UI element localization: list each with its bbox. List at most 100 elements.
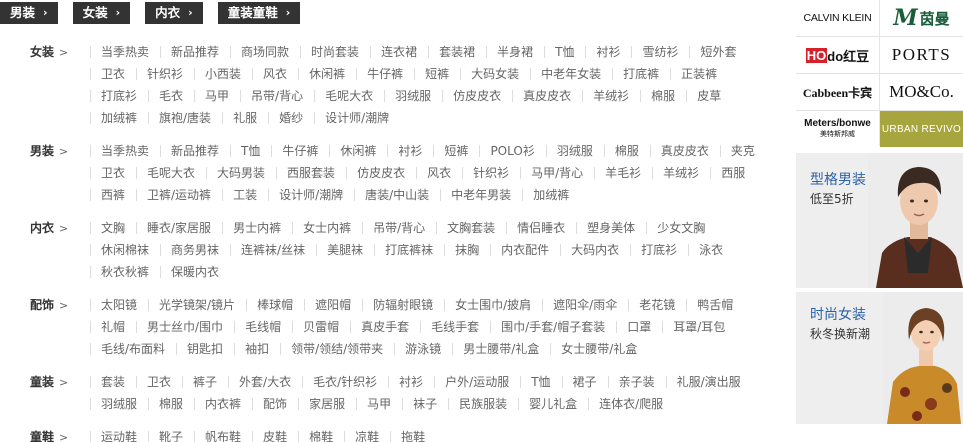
category-link[interactable]: 鸭舌帽: [686, 294, 744, 316]
category-link[interactable]: 毛线帽: [234, 316, 292, 338]
category-link[interactable]: 新品推荐: [160, 41, 230, 63]
category-link[interactable]: 羊毛衫: [594, 162, 652, 184]
category-link[interactable]: 美腿袜: [316, 239, 374, 261]
category-link[interactable]: 仿皮皮衣: [346, 162, 416, 184]
category-link[interactable]: 旗袍/唐装: [148, 107, 222, 129]
category-link[interactable]: 商场同款: [230, 41, 300, 63]
category-link[interactable]: 休闲裤: [329, 140, 387, 162]
category-link[interactable]: 短裤: [433, 140, 479, 162]
category-link[interactable]: 毛线手套: [420, 316, 490, 338]
brand-yinman[interactable]: M 茵曼: [880, 0, 963, 36]
brand-urban-revivo[interactable]: URBAN REVIVO: [880, 111, 963, 147]
tab-menswear[interactable]: 男装 ›: [0, 2, 58, 24]
category-link[interactable]: 泳衣: [688, 239, 734, 261]
category-link[interactable]: 羽绒服: [90, 393, 148, 415]
category-link[interactable]: 情侣睡衣: [506, 217, 576, 239]
category-link[interactable]: 短外套: [689, 41, 747, 63]
category-link[interactable]: 卫衣: [90, 63, 136, 85]
category-link[interactable]: 毛衣/针织衫: [302, 371, 388, 393]
category-link[interactable]: 耳罩/耳包: [662, 316, 736, 338]
category-link[interactable]: 塑身美体: [576, 217, 646, 239]
category-link[interactable]: 仿皮皮衣: [442, 85, 512, 107]
category-link[interactable]: 真皮皮衣: [512, 85, 582, 107]
category-link[interactable]: 马甲: [194, 85, 240, 107]
category-title[interactable]: 童装 >: [30, 371, 68, 393]
category-link[interactable]: 打底裤袜: [374, 239, 444, 261]
category-link[interactable]: 抹胸: [444, 239, 490, 261]
category-link[interactable]: T恤: [520, 371, 561, 393]
category-link[interactable]: 婚纱: [268, 107, 314, 129]
category-title[interactable]: 童鞋 >: [30, 426, 68, 442]
category-link[interactable]: 短裤: [414, 63, 460, 85]
category-link[interactable]: T恤: [230, 140, 271, 162]
category-title[interactable]: 内衣 >: [30, 217, 68, 239]
category-link[interactable]: 凉鞋: [344, 426, 390, 442]
category-link[interactable]: 光学镜架/镜片: [148, 294, 246, 316]
category-link[interactable]: 夹克: [720, 140, 766, 162]
category-link[interactable]: 棉服: [148, 393, 194, 415]
category-link[interactable]: 帆布鞋: [194, 426, 252, 442]
brand-ports[interactable]: PORTS: [880, 37, 963, 73]
category-link[interactable]: 大码男装: [206, 162, 276, 184]
category-link[interactable]: 钥匙扣: [176, 338, 234, 360]
category-link[interactable]: 棒球帽: [246, 294, 304, 316]
category-link[interactable]: 中老年男装: [440, 184, 522, 206]
category-link[interactable]: 衬衫: [585, 41, 631, 63]
category-link[interactable]: 遮阳伞/雨伞: [542, 294, 628, 316]
category-link[interactable]: 礼服/演出服: [666, 371, 752, 393]
tab-womenswear[interactable]: 女装 ›: [72, 2, 131, 24]
category-link[interactable]: 贝雷帽: [292, 316, 350, 338]
category-link[interactable]: 棉服: [640, 85, 686, 107]
category-link[interactable]: 休闲棉袜: [90, 239, 160, 261]
category-link[interactable]: 毛呢大衣: [314, 85, 384, 107]
category-link[interactable]: 裤子: [182, 371, 228, 393]
category-link[interactable]: 礼帽: [90, 316, 136, 338]
category-link[interactable]: 吊带/背心: [240, 85, 314, 107]
category-link[interactable]: 家居服: [298, 393, 356, 415]
category-link[interactable]: 睡衣/家居服: [136, 217, 222, 239]
category-link[interactable]: 风衣: [252, 63, 298, 85]
brand-moco[interactable]: MO&Co.: [880, 74, 963, 110]
category-link[interactable]: 亲子装: [608, 371, 666, 393]
category-link[interactable]: 棉鞋: [298, 426, 344, 442]
category-link[interactable]: 衬衫: [388, 371, 434, 393]
category-link[interactable]: 袖扣: [234, 338, 280, 360]
category-link[interactable]: 西服: [710, 162, 756, 184]
category-link[interactable]: 卫衣: [90, 162, 136, 184]
category-link[interactable]: 套装: [90, 371, 136, 393]
category-link[interactable]: 礼服: [222, 107, 268, 129]
promo-menswear[interactable]: 型格男装 低至5折: [796, 153, 963, 288]
category-link[interactable]: 防辐射眼镜: [362, 294, 444, 316]
category-link[interactable]: 婴儿礼盒: [518, 393, 588, 415]
category-link[interactable]: POLO衫: [479, 140, 545, 162]
category-link[interactable]: 男士腰带/礼盒: [452, 338, 550, 360]
category-link[interactable]: 打底衫: [90, 85, 148, 107]
category-link[interactable]: 羊绒衫: [652, 162, 710, 184]
category-link[interactable]: 少女文胸: [646, 217, 716, 239]
category-link[interactable]: 羽绒服: [546, 140, 604, 162]
category-link[interactable]: 羊绒衫: [582, 85, 640, 107]
category-link[interactable]: 内衣裤: [194, 393, 252, 415]
category-link[interactable]: 套装裙: [428, 41, 486, 63]
category-link[interactable]: 设计师/潮牌: [268, 184, 354, 206]
brand-meters-bonwe[interactable]: Meters/bonwe 美特斯邦威: [796, 111, 879, 147]
category-link[interactable]: 西裤: [90, 184, 136, 206]
category-link[interactable]: 新品推荐: [160, 140, 230, 162]
category-link[interactable]: 外套/大衣: [228, 371, 302, 393]
category-link[interactable]: 文胸套装: [436, 217, 506, 239]
category-link[interactable]: 游泳镜: [394, 338, 452, 360]
category-link[interactable]: T恤: [544, 41, 585, 63]
category-link[interactable]: 男士内裤: [222, 217, 292, 239]
category-link[interactable]: 打底衫: [630, 239, 688, 261]
category-link[interactable]: 文胸: [90, 217, 136, 239]
category-link[interactable]: 卫衣: [136, 371, 182, 393]
category-link[interactable]: 牛仔裤: [356, 63, 414, 85]
category-link[interactable]: 针织衫: [462, 162, 520, 184]
category-link[interactable]: 秋衣秋裤: [90, 261, 160, 283]
category-link[interactable]: 口罩: [616, 316, 662, 338]
category-link[interactable]: 领带/领结/领带夹: [280, 338, 394, 360]
category-link[interactable]: 真皮皮衣: [650, 140, 720, 162]
category-link[interactable]: 袜子: [402, 393, 448, 415]
category-link[interactable]: 内衣配件: [490, 239, 560, 261]
category-title[interactable]: 配饰 >: [30, 294, 68, 316]
